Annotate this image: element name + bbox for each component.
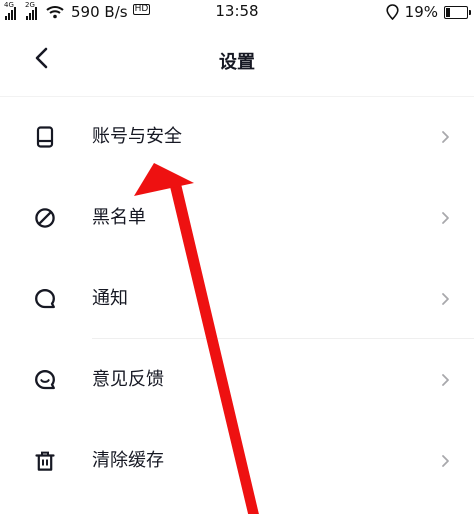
phone-icon bbox=[36, 126, 54, 148]
menu-item-account-security[interactable]: 账号与安全 bbox=[0, 96, 474, 177]
feedback-bubble-icon bbox=[35, 370, 55, 390]
settings-menu: 账号与安全 黑名单 通知 意见反馈 清除缓存 bbox=[0, 96, 474, 501]
menu-item-label: 账号与安全 bbox=[92, 126, 182, 147]
battery-percent: 19% bbox=[404, 3, 438, 21]
status-bar: 4G 2G 590 B/s HD 13:58 19% bbox=[0, 0, 474, 24]
trash-icon bbox=[35, 451, 55, 471]
location-icon bbox=[386, 4, 399, 20]
menu-item-feedback[interactable]: 意见反馈 bbox=[0, 339, 474, 420]
battery-fill bbox=[446, 7, 450, 17]
block-icon bbox=[35, 208, 55, 228]
nav-bar: 设置 bbox=[0, 24, 474, 97]
status-right: 19% bbox=[386, 2, 471, 22]
chevron-right-icon bbox=[442, 374, 449, 386]
menu-item-label: 清除缓存 bbox=[92, 450, 164, 471]
menu-item-label: 意见反馈 bbox=[92, 369, 164, 390]
menu-item-blacklist[interactable]: 黑名单 bbox=[0, 177, 474, 258]
menu-item-label: 通知 bbox=[92, 288, 128, 309]
menu-item-notifications[interactable]: 通知 bbox=[0, 258, 474, 339]
chevron-right-icon bbox=[442, 455, 449, 467]
chevron-right-icon bbox=[442, 212, 449, 224]
chevron-right-icon bbox=[442, 131, 449, 143]
message-bubble-icon bbox=[35, 289, 55, 309]
menu-item-clear-cache[interactable]: 清除缓存 bbox=[0, 420, 474, 501]
menu-item-label: 黑名单 bbox=[92, 207, 146, 228]
chevron-right-icon bbox=[442, 293, 449, 305]
battery-icon bbox=[444, 5, 471, 19]
settings-screen: 4G 2G 590 B/s HD 13:58 19% 设置 账号与安全 黑名单 … bbox=[0, 0, 474, 514]
page-title: 设置 bbox=[219, 52, 255, 73]
